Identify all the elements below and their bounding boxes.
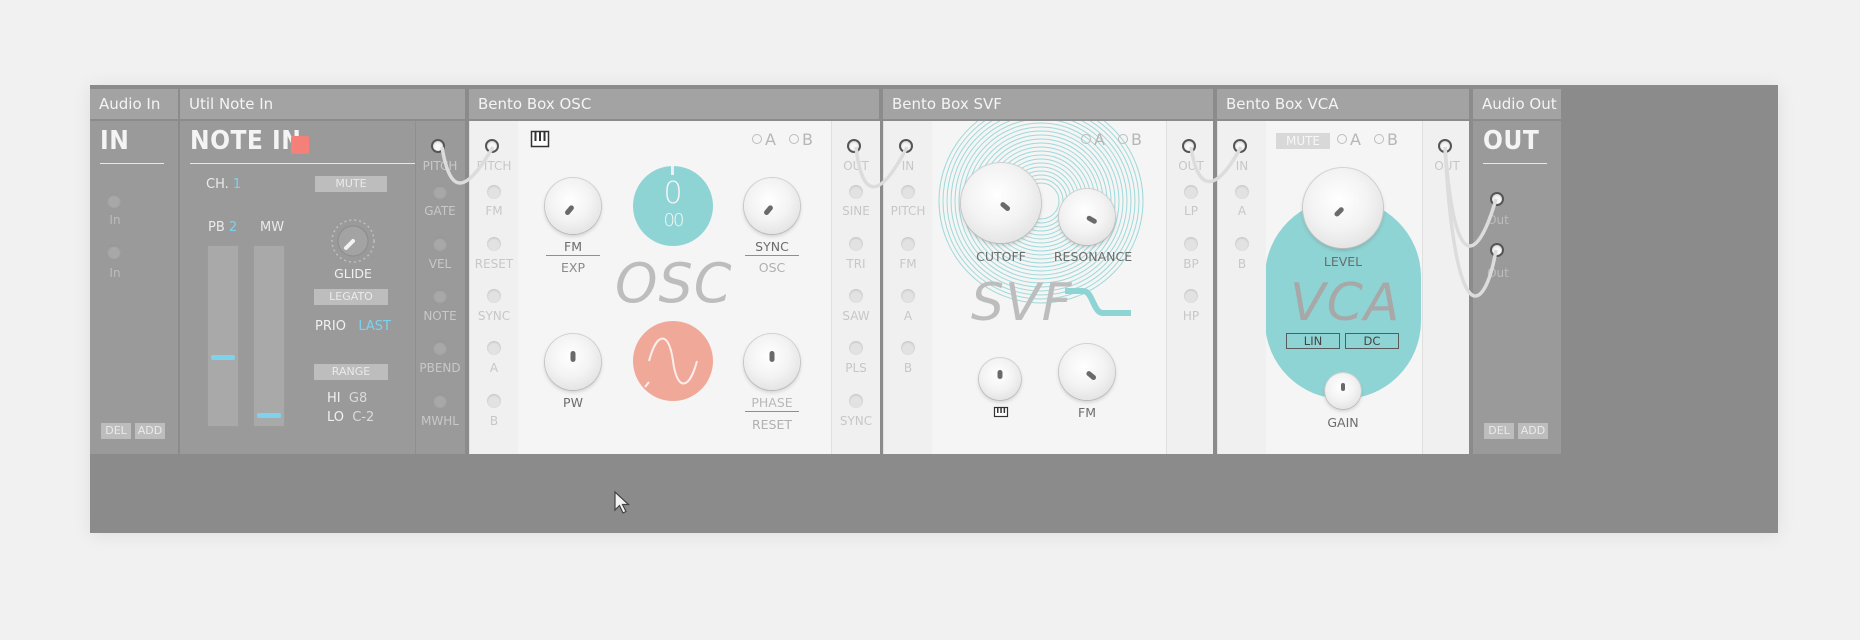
patch-cables[interactable] [90, 85, 1778, 533]
patch-cable[interactable] [1189, 146, 1243, 183]
patch-cable[interactable] [854, 146, 909, 189]
mouse-cursor-icon [614, 490, 631, 514]
patch-cable[interactable] [440, 146, 495, 185]
module-rack: Audio In IN In In DEL ADD Util Note In N… [90, 85, 1778, 533]
